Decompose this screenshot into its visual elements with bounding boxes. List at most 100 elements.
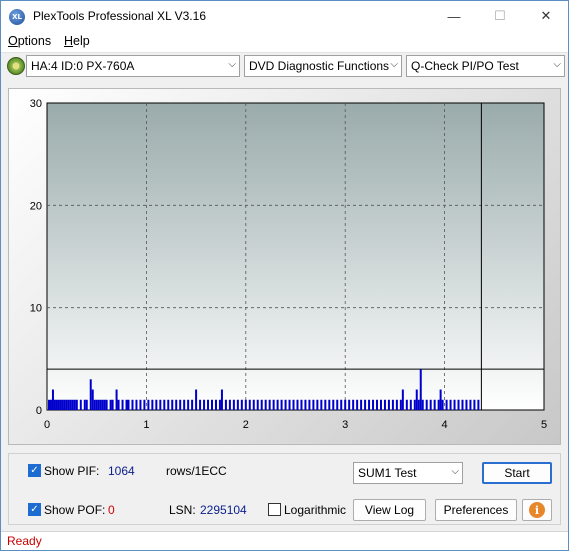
- pif-bar: [419, 369, 422, 410]
- pif-bar: [244, 399, 247, 410]
- pif-bar: [240, 399, 243, 410]
- show-pof-checkbox[interactable]: ✓: [28, 503, 41, 516]
- title-bar: XL PlexTools Professional XL V3.16 — ☐ ✕: [1, 1, 568, 31]
- maximize-button[interactable]: ☐: [477, 1, 523, 31]
- x-tick-label: 2: [243, 419, 249, 431]
- start-button[interactable]: Start: [482, 462, 552, 484]
- pipo-chart: 0 1 2 3 4 5 0 10 20 30: [30, 98, 547, 431]
- y-tick-label: 30: [30, 98, 42, 110]
- pif-bar: [103, 399, 106, 410]
- function-select-value: DVD Diagnostic Functions: [249, 59, 390, 73]
- pif-bar: [248, 399, 251, 410]
- pif-bar: [135, 399, 138, 410]
- pif-bar: [332, 399, 335, 410]
- pif-bar: [372, 399, 375, 410]
- chevron-down-icon: ⌵: [390, 59, 398, 70]
- lsn-value: 2295104: [200, 503, 247, 517]
- show-pof-label: Show POF:: [44, 503, 106, 517]
- pif-bar: [425, 399, 428, 410]
- logarithmic-checkbox[interactable]: [268, 503, 281, 516]
- pif-bar: [272, 399, 275, 410]
- preferences-button[interactable]: Preferences: [435, 499, 517, 521]
- menu-bar: Options Help: [1, 31, 568, 53]
- view-log-button[interactable]: View Log: [353, 499, 426, 521]
- pif-bar: [340, 399, 343, 410]
- pif-bar: [360, 399, 363, 410]
- pif-bar: [131, 399, 134, 410]
- lsn-label: LSN:: [169, 503, 196, 517]
- chevron-down-icon: ⌵: [553, 59, 561, 70]
- close-button[interactable]: ✕: [523, 1, 569, 31]
- pif-bar: [256, 399, 259, 410]
- pif-bar: [115, 389, 118, 410]
- pif-bar: [53, 399, 56, 410]
- pif-bar: [415, 389, 418, 410]
- pif-bar: [143, 399, 146, 410]
- pif-bar: [195, 389, 198, 410]
- pif-bar: [175, 399, 178, 410]
- pif-bar: [296, 399, 299, 410]
- pif-bar: [461, 399, 464, 410]
- menu-options-label: ptions: [17, 34, 52, 48]
- function-select[interactable]: DVD Diagnostic Functions ⌵: [244, 55, 402, 77]
- pif-bar: [117, 399, 120, 410]
- test-select-value: Q-Check PI/PO Test: [411, 59, 519, 73]
- pif-bar: [232, 399, 235, 410]
- pif-bar: [379, 399, 382, 410]
- drive-select[interactable]: HA:4 ID:0 PX-760A ⌵: [26, 55, 240, 77]
- x-tick-label: 1: [143, 419, 149, 431]
- pif-bar: [413, 399, 416, 410]
- sum-test-value: SUM1 Test: [358, 466, 417, 480]
- pif-bar: [207, 399, 210, 410]
- pif-bar: [71, 399, 74, 410]
- controls-panel: ✓ Show PIF: 1064 rows/1ECC SUM1 Test ⌵ S…: [8, 453, 561, 525]
- sum-test-select[interactable]: SUM1 Test ⌵: [353, 462, 463, 484]
- minimize-button[interactable]: —: [431, 1, 477, 31]
- x-tick-label: 5: [541, 419, 547, 431]
- pif-bar: [214, 399, 217, 410]
- pif-bar: [477, 399, 480, 410]
- menu-options[interactable]: Options: [8, 34, 51, 48]
- pif-bar: [308, 399, 311, 410]
- pif-bar: [224, 399, 227, 410]
- info-button[interactable]: i: [522, 499, 552, 521]
- pif-bar: [368, 399, 371, 410]
- chevron-down-icon: ⌵: [451, 466, 459, 477]
- show-pif-checkbox[interactable]: ✓: [28, 464, 41, 477]
- pif-bar: [391, 399, 394, 410]
- menu-help[interactable]: Help: [64, 34, 90, 48]
- pif-bar: [264, 399, 267, 410]
- pif-bar: [163, 399, 166, 410]
- pif-bar: [63, 399, 66, 410]
- pif-bar: [183, 399, 186, 410]
- toolbar: HA:4 ID:0 PX-760A ⌵ DVD Diagnostic Funct…: [1, 54, 568, 79]
- status-bar: Ready: [1, 531, 568, 550]
- pif-bar: [95, 399, 98, 410]
- pif-bar: [395, 399, 398, 410]
- pif-bar: [101, 399, 104, 410]
- pif-bar: [105, 399, 108, 410]
- pif-bar: [211, 399, 214, 410]
- test-select[interactable]: Q-Check PI/PO Test ⌵: [406, 55, 565, 77]
- pif-bar: [399, 399, 402, 410]
- pif-bar: [97, 399, 100, 410]
- pif-bar: [441, 399, 444, 410]
- x-tick-label: 3: [342, 419, 348, 431]
- pif-bar: [352, 399, 355, 410]
- pif-bar: [376, 399, 379, 410]
- pif-bar: [252, 399, 255, 410]
- pif-bar: [312, 399, 315, 410]
- pif-bar: [268, 399, 271, 410]
- pif-bar: [218, 399, 221, 410]
- pif-bar: [75, 399, 78, 410]
- pif-bar: [220, 389, 223, 410]
- pif-bar: [469, 399, 472, 410]
- disc-drive-icon: [7, 57, 25, 75]
- pif-bar: [155, 399, 158, 410]
- pif-bar: [127, 399, 130, 410]
- pif-bar: [57, 399, 60, 410]
- y-tick-label: 10: [30, 303, 42, 315]
- logarithmic-label: Logarithmic: [284, 503, 347, 517]
- pif-bar: [300, 399, 303, 410]
- pif-bar: [449, 399, 452, 410]
